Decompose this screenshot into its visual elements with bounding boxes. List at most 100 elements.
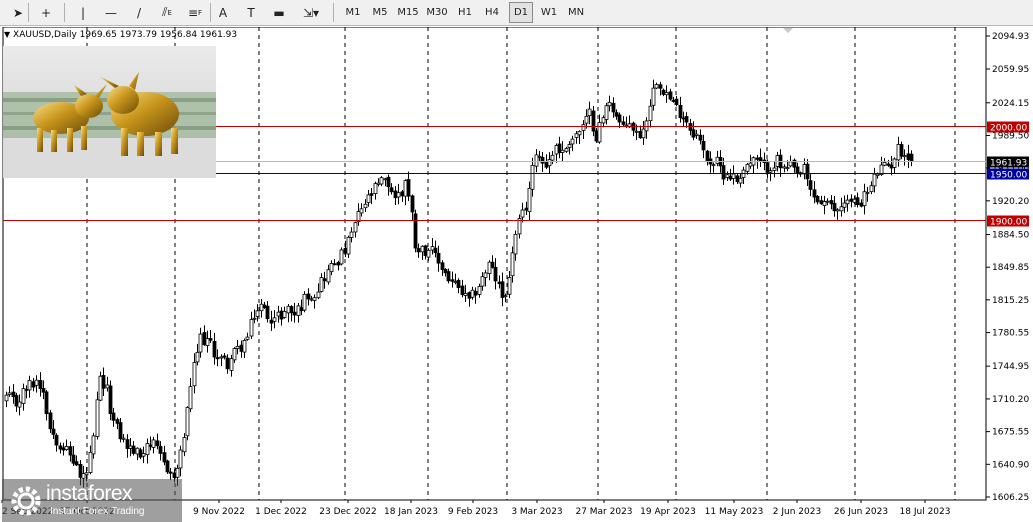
candle-body (81, 473, 86, 479)
candle-body (698, 134, 703, 141)
x-tick-label: 11 May 2023 (705, 507, 764, 517)
candle-body (597, 122, 602, 143)
timeframe-m1[interactable]: M1 (340, 2, 366, 23)
cursor-icon[interactable]: ➤ (7, 2, 29, 23)
level-badge-text: 1950.00 (990, 171, 1027, 181)
candle-body (802, 164, 807, 175)
candle-body (373, 183, 378, 194)
trendline-icon[interactable]: / (128, 2, 150, 23)
candle-body (366, 194, 371, 203)
timeframe-mn[interactable]: MN (563, 2, 589, 23)
candle-body (661, 89, 666, 95)
candle-body (255, 310, 260, 317)
toolbar-separator (64, 3, 65, 22)
candle-body (591, 110, 596, 132)
vertical-line-icon[interactable]: | (72, 2, 94, 23)
candle-body (319, 277, 324, 292)
timeframe-h4[interactable]: H4 (479, 2, 505, 23)
candle-body (497, 281, 502, 285)
chevron-down-icon[interactable]: ▼ (4, 30, 10, 39)
candle-body (470, 289, 475, 298)
x-tick-label: 27 Mar 2023 (575, 507, 632, 517)
candle-body (540, 156, 545, 164)
candle-body (286, 305, 291, 314)
symbol-ohlc-text: XAUUSD,Daily 1969.65 1973.79 1956.84 196… (13, 30, 238, 40)
text-tool-icon[interactable]: A (212, 2, 234, 23)
candle-body (416, 248, 421, 253)
equidistant-channel-icon[interactable]: ⫽ E (156, 2, 178, 23)
y-tick-label: 1606.25 (992, 493, 1029, 503)
candle-body (121, 437, 126, 440)
candle-body (219, 356, 224, 359)
chart-area[interactable]: 2 Sep 202217 Oct 20229 Nov 20221 Dec 202… (0, 27, 1033, 522)
candle-body (410, 195, 415, 213)
candle-body (11, 391, 16, 397)
timeframe-h1[interactable]: H1 (452, 2, 478, 23)
crosshair-icon[interactable]: + (35, 2, 57, 23)
y-tick-label: 1815.25 (992, 296, 1029, 306)
candle-body (336, 261, 341, 266)
candle-body (460, 285, 465, 295)
candle-body (51, 428, 56, 435)
candle-body (141, 453, 146, 457)
candle-body (865, 192, 870, 194)
candle-body (389, 187, 394, 193)
candle-body (296, 305, 301, 316)
timeframe-m15[interactable]: M15 (394, 2, 422, 23)
toolbar-separator (210, 3, 211, 22)
candle-body (721, 165, 726, 180)
candle-body (205, 338, 210, 346)
candle-body (7, 392, 12, 395)
chart-shift-marker[interactable] (783, 28, 793, 33)
candle-body (902, 155, 907, 158)
candle-body (91, 435, 96, 455)
candle-body (899, 144, 904, 157)
candle-body (443, 268, 448, 274)
rectangle-icon[interactable]: ▬ (268, 2, 290, 23)
candle-body (725, 174, 730, 178)
timeframe-m30[interactable]: M30 (423, 2, 451, 23)
candle-body (795, 166, 800, 174)
candle-body (748, 162, 753, 167)
candle-body (503, 295, 508, 298)
candle-body (316, 291, 321, 299)
horizontal-line-icon[interactable]: — (100, 2, 122, 23)
candle-body (198, 333, 203, 353)
candle-body (24, 389, 29, 391)
text-label-icon[interactable]: T (240, 2, 262, 23)
candle-body (403, 180, 408, 197)
candle-body (574, 133, 579, 138)
candle-body (694, 133, 699, 136)
fibonacci-icon[interactable]: ≡ F (184, 2, 206, 23)
candle-body (383, 178, 388, 181)
candle-body (239, 344, 244, 352)
candle-body (245, 336, 250, 340)
candle-body (473, 290, 478, 296)
candle-body (648, 105, 653, 122)
candle-body (252, 317, 257, 320)
shapes-dropdown-icon[interactable]: ⇲▾ (296, 2, 326, 23)
candle-body (172, 472, 177, 479)
candle-body (165, 460, 170, 473)
candle-body (664, 92, 669, 96)
candle-body (34, 379, 39, 386)
candle-body (229, 358, 234, 371)
candle-body (567, 144, 572, 148)
candle-body (560, 149, 565, 153)
x-tick-label: 18 Jan 2023 (384, 507, 438, 517)
candle-body (95, 399, 100, 437)
candle-body (651, 87, 656, 106)
x-tick-label: 1 Dec 2022 (255, 507, 307, 517)
timeframe-w1[interactable]: W1 (536, 2, 562, 23)
candle-body (510, 252, 515, 277)
candle-body (148, 444, 153, 447)
candle-body (326, 269, 331, 283)
candle-body (155, 440, 160, 447)
candle-body (906, 153, 911, 160)
candle-body (353, 222, 358, 233)
timeframe-d1[interactable]: D1 (509, 2, 533, 23)
candle-body (493, 267, 498, 282)
timeframe-m5[interactable]: M5 (367, 2, 393, 23)
candle-body (701, 140, 706, 151)
candle-body (875, 173, 880, 177)
